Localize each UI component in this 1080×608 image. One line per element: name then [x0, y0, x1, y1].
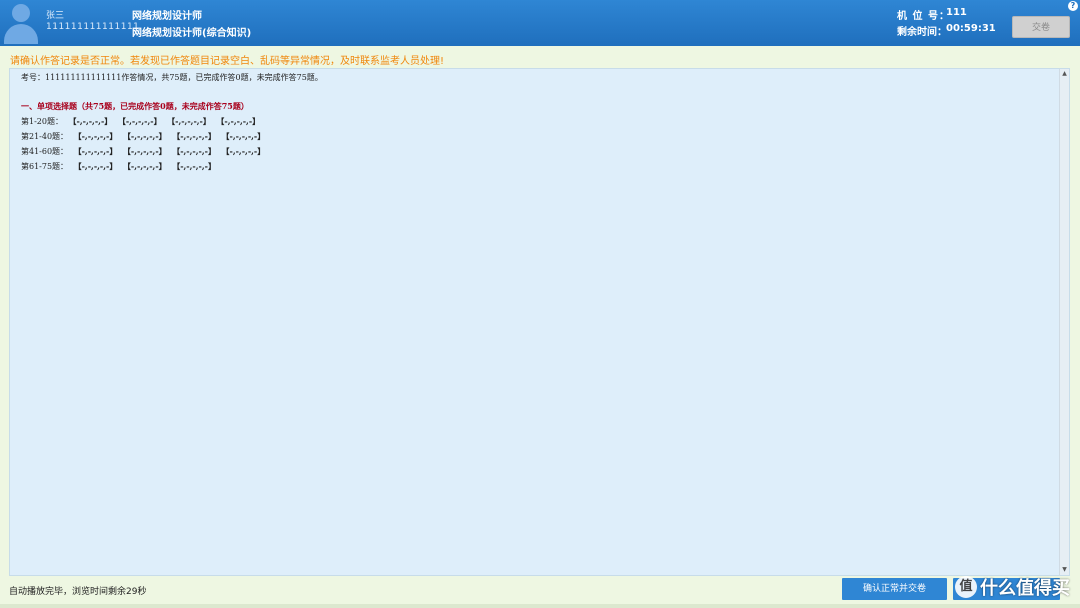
answer-group: 【-,-,-,-,-】	[122, 146, 167, 156]
answer-group: 【-,-,-,-,-】	[221, 131, 266, 141]
answer-group: 【-,-,-,-,-】	[73, 146, 118, 156]
user-avatar-icon	[4, 2, 38, 44]
submit-exam-button[interactable]: 交卷	[1012, 16, 1070, 38]
row-label: 第61-75题：	[21, 162, 69, 171]
answer-row: 第61-75题： 【-,-,-,-,-】 【-,-,-,-,-】 【-,-,-,…	[21, 161, 216, 172]
answer-row: 第1-20题： 【-,-,-,-,-】 【-,-,-,-,-】 【-,-,-,-…	[21, 116, 260, 127]
answer-row: 第21-40题： 【-,-,-,-,-】 【-,-,-,-,-】 【-,-,-,…	[21, 131, 265, 142]
bottom-strip	[0, 604, 1080, 608]
answer-group: 【-,-,-,-,-】	[167, 116, 211, 126]
answer-group: 【-,-,-,-,-】	[73, 161, 118, 171]
candidate-id: 111111111111111	[46, 22, 140, 32]
watermark-logo-icon: 值	[955, 576, 977, 598]
remaining-time-value: 00:59:31	[946, 23, 996, 34]
watermark-text: 什么值得买	[980, 578, 1070, 599]
scroll-up-arrow-icon[interactable]: ▲	[1060, 69, 1069, 79]
warning-message: 请确认作答记录是否正常。若发现已作答题目记录空白、乱码等异常情况，及时联系监考人…	[10, 56, 445, 67]
answer-group: 【-,-,-,-,-】	[221, 146, 266, 156]
answer-group: 【-,-,-,-,-】	[122, 161, 167, 171]
row-label: 第41-60题：	[21, 147, 69, 156]
answer-record-panel: 考号：111111111111111作答情况，共75题，已完成作答0题，未完成作…	[9, 68, 1070, 576]
answer-group: 【-,-,-,-,-】	[172, 131, 216, 141]
exam-subtitle: 网络规划设计师(综合知识)	[132, 28, 252, 39]
seat-number: 111	[946, 7, 967, 18]
avatar-body	[4, 24, 38, 44]
section-title: 一、单项选择题（共75题，已完成作答0题，未完成作答75题）	[21, 101, 249, 111]
answer-group: 【-,-,-,-,-】	[117, 116, 162, 126]
answer-group: 【-,-,-,-,-】	[73, 131, 118, 141]
answer-row: 第41-60题： 【-,-,-,-,-】 【-,-,-,-,-】 【-,-,-,…	[21, 146, 265, 157]
answer-group: 【-,-,-,-,-】	[172, 161, 216, 171]
answer-group: 【-,-,-,-,-】	[122, 131, 167, 141]
row-label: 第21-40题：	[21, 132, 69, 141]
answer-group: 【-,-,-,-,-】	[216, 116, 261, 126]
candidate-name: 张三	[46, 11, 65, 21]
answer-group: 【-,-,-,-,-】	[68, 116, 113, 126]
remaining-time-label: 剩余时间：	[897, 27, 947, 38]
answer-summary: 考号：111111111111111作答情况，共75题，已完成作答0题，未完成作…	[21, 73, 323, 82]
seat-label: 机 位 号：	[897, 11, 950, 22]
avatar-head	[12, 4, 30, 22]
answer-group: 【-,-,-,-,-】	[172, 146, 216, 156]
vertical-scrollbar[interactable]: ▲ ▼	[1059, 69, 1069, 575]
help-icon[interactable]: ?	[1068, 1, 1078, 11]
exam-header: 张三 111111111111111 网络规划设计师 网络规划设计师(综合知识)…	[0, 0, 1080, 46]
row-label: 第1-20题：	[21, 117, 63, 126]
playback-status: 自动播放完毕，浏览时间剩余29秒	[9, 587, 147, 597]
exam-title: 网络规划设计师	[132, 11, 202, 22]
confirm-and-submit-button[interactable]: 确认正常并交卷	[842, 578, 947, 600]
